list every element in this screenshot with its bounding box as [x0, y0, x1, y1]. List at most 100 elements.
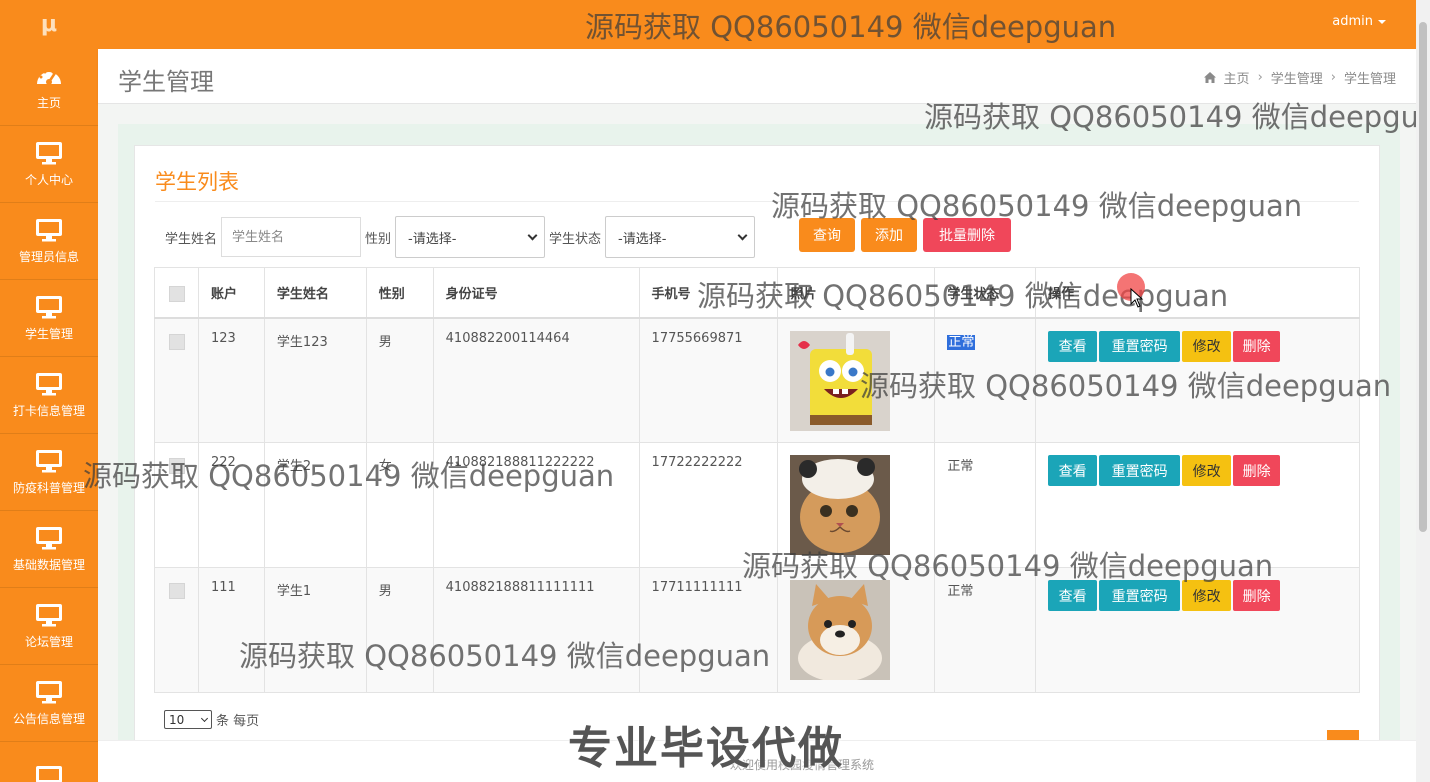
- row-checkbox[interactable]: [169, 583, 185, 599]
- row-checkbox[interactable]: [169, 333, 185, 350]
- monitor-icon: [36, 141, 62, 164]
- table-row: 222 学生2 女 410882188811222222 17722222222…: [154, 442, 1360, 568]
- phone-cell: 17722222222: [638, 442, 779, 568]
- add-button[interactable]: 添加: [861, 218, 917, 252]
- column-header[interactable]: 手机号: [638, 267, 779, 319]
- select-all-checkbox[interactable]: [169, 285, 185, 302]
- caret-down-icon: [1378, 19, 1386, 24]
- column-header[interactable]: 账户: [197, 267, 265, 319]
- sidebar-item-home[interactable]: 主页: [0, 49, 98, 126]
- monitor-icon: [36, 603, 62, 626]
- top-navbar: μ admin: [0, 0, 1416, 49]
- edit-button[interactable]: 修改: [1182, 580, 1232, 611]
- account-cell: 222: [197, 442, 265, 568]
- page-size-value: 10: [169, 712, 185, 727]
- edit-button[interactable]: 修改: [1182, 455, 1232, 486]
- column-header[interactable]: 性别: [365, 267, 434, 319]
- column-header[interactable]: 学生状态: [934, 267, 1037, 319]
- view-button[interactable]: 查看: [1048, 580, 1098, 611]
- status-cell: 正常: [934, 442, 1037, 568]
- column-header: 照片: [777, 267, 936, 319]
- status-select-value: -请选择-: [618, 231, 667, 247]
- edit-button[interactable]: 修改: [1182, 330, 1232, 362]
- sidebar-item-label: 主页: [36, 95, 61, 110]
- student-photo-spongebob[interactable]: [790, 330, 891, 431]
- breadcrumb: 主页 › 学生管理 › 学生管理: [1203, 68, 1396, 87]
- view-button[interactable]: 查看: [1048, 455, 1098, 486]
- actions-cell: 查看 重置密码 修改 删除: [1035, 567, 1360, 693]
- phone-cell: 17711111111: [638, 567, 779, 693]
- name-search-input[interactable]: [221, 217, 362, 257]
- column-header[interactable]: 学生姓名: [263, 267, 367, 319]
- page-header: 学生管理 主页 › 学生管理 › 学生管理: [98, 49, 1416, 104]
- sidebar-item-profile[interactable]: 个人中心: [0, 126, 98, 203]
- name-cell: 学生1: [263, 567, 367, 693]
- gender-cell: 女: [365, 442, 434, 568]
- query-button[interactable]: 查询: [799, 218, 855, 252]
- breadcrumb-current: 学生管理: [1343, 72, 1396, 87]
- table-row: 111 学生1 男 410882188811111111 17711111111…: [154, 567, 1360, 693]
- student-photo-shiba[interactable]: [790, 580, 891, 680]
- admin-dropdown[interactable]: admin: [1332, 14, 1386, 29]
- table-row: 123 学生123 男 410882200114464 17755669871 …: [154, 317, 1360, 443]
- sidebar-item-label: 论坛管理: [24, 634, 73, 649]
- admin-name: admin: [1332, 14, 1373, 29]
- account-cell: 123: [197, 317, 265, 443]
- sidebar-item-notices[interactable]: 公告信息管理: [0, 665, 98, 742]
- delete-button[interactable]: 删除: [1233, 580, 1281, 611]
- dashboard-icon: [37, 70, 61, 85]
- monitor-icon: [36, 449, 62, 472]
- page-size-select[interactable]: 10: [164, 710, 212, 729]
- gender-cell: 男: [365, 567, 434, 693]
- monitor-icon: [36, 680, 62, 703]
- vertical-scrollbar[interactable]: [1416, 0, 1430, 782]
- sidebar-item-label: 学生管理: [24, 326, 73, 341]
- sidebar-item-more[interactable]: [0, 742, 98, 782]
- account-cell: 111: [197, 567, 265, 693]
- select-cell: [154, 567, 199, 693]
- breadcrumb-section[interactable]: 学生管理: [1271, 68, 1323, 87]
- chevron-down-icon: [527, 230, 538, 240]
- actions-cell: 查看 重置密码 修改 删除: [1035, 442, 1360, 568]
- sidebar-item-label: 公告信息管理: [12, 711, 85, 726]
- sidebar-item-checkin[interactable]: 打卡信息管理: [0, 357, 98, 434]
- pagination: 10 条 每页: [164, 710, 259, 729]
- status-filter-label: 学生状态: [549, 231, 602, 247]
- chevron-right-icon: ›: [1330, 70, 1336, 85]
- table-header-row: 账户 学生姓名 性别 身份证号 手机号 照片 学生状态 操作: [154, 267, 1360, 319]
- name-filter-label: 学生姓名: [165, 231, 218, 247]
- gender-select[interactable]: -请选择-: [395, 216, 546, 258]
- gender-select-value: -请选择-: [408, 231, 457, 247]
- batch-delete-button[interactable]: 批量删除: [923, 218, 1011, 252]
- chevron-down-icon: [737, 230, 748, 240]
- reset-password-button[interactable]: 重置密码: [1099, 330, 1181, 362]
- monitor-icon: [36, 372, 62, 395]
- name-cell: 学生2: [263, 442, 367, 568]
- student-photo-cat[interactable]: [790, 455, 891, 555]
- monitor-icon: [36, 295, 62, 318]
- sidebar-item-students[interactable]: 学生管理: [0, 280, 98, 357]
- view-button[interactable]: 查看: [1048, 330, 1098, 362]
- delete-button[interactable]: 删除: [1233, 330, 1281, 362]
- divider: [155, 201, 1359, 202]
- breadcrumb-home[interactable]: 主页: [1224, 68, 1250, 87]
- delete-button[interactable]: 删除: [1233, 455, 1281, 486]
- monitor-icon: [36, 766, 62, 782]
- reset-password-button[interactable]: 重置密码: [1099, 455, 1181, 486]
- sidebar-item-basedata[interactable]: 基础数据管理: [0, 511, 98, 588]
- chevron-down-icon: [200, 714, 209, 722]
- select-cell: [154, 317, 199, 443]
- reset-password-button[interactable]: 重置密码: [1099, 580, 1181, 611]
- phone-cell: 17755669871: [638, 317, 779, 443]
- sidebar-item-forum[interactable]: 论坛管理: [0, 588, 98, 665]
- sidebar-item-admins[interactable]: 管理员信息: [0, 203, 98, 280]
- photo-cell: [777, 317, 936, 443]
- column-header[interactable]: 身份证号: [432, 267, 640, 319]
- chevron-right-icon: ›: [1257, 70, 1263, 85]
- monitor-icon: [36, 526, 62, 549]
- scrollbar-thumb[interactable]: [1419, 22, 1427, 532]
- row-checkbox[interactable]: [169, 458, 185, 474]
- sidebar-item-epidemic[interactable]: 防疫科普管理: [0, 434, 98, 511]
- status-select[interactable]: -请选择-: [605, 216, 756, 258]
- select-all-cell: [154, 267, 199, 319]
